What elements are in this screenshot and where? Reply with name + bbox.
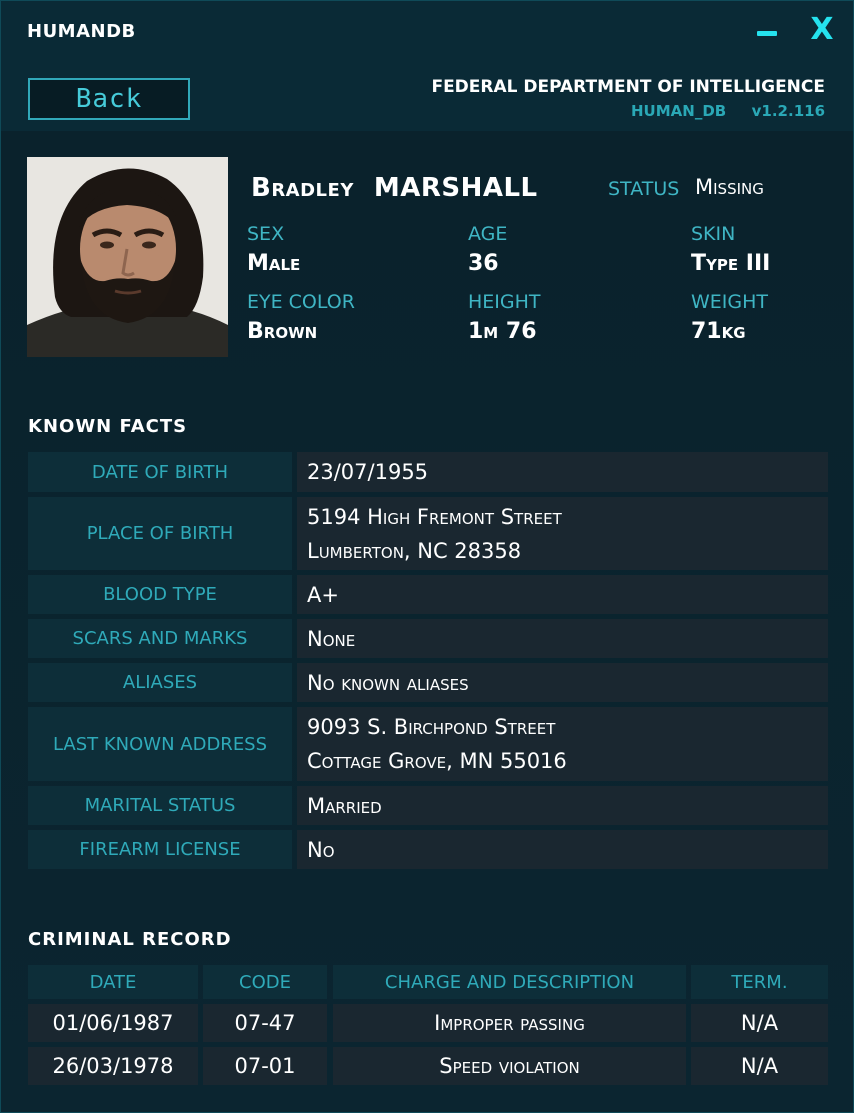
fact-value: Married	[297, 786, 828, 825]
fact-label: ALIASES	[28, 663, 292, 702]
eye-color-value: Brown	[247, 319, 318, 344]
fact-value-line: Married	[307, 793, 382, 818]
column-header-code: CODE	[203, 965, 327, 999]
status-value: Missing	[695, 175, 764, 199]
criminal-record-title: CRIMINAL RECORD	[28, 929, 232, 950]
fact-label: LAST KNOWN ADDRESS	[28, 707, 292, 781]
fact-value-line: A+	[307, 582, 339, 607]
fact-row-date-of-birth: DATE OF BIRTH 23/07/1955	[28, 452, 828, 492]
record-term: N/A	[691, 1047, 828, 1085]
weight-value: 71kg	[691, 319, 746, 344]
app-title: HUMANDB	[27, 21, 136, 42]
first-name: Bradley	[251, 173, 354, 203]
fact-value: 5194 High Fremont Street Lumberton, NC 2…	[297, 497, 828, 570]
column-header-charge: CHARGE AND DESCRIPTION	[333, 965, 686, 999]
org-name: FEDERAL DEPARTMENT OF INTELLIGENCE	[431, 77, 825, 97]
fact-value: 23/07/1955	[297, 452, 828, 492]
fact-value-line: No	[307, 837, 335, 862]
status-label: STATUS	[608, 178, 680, 200]
record-date: 01/06/1987	[28, 1004, 198, 1042]
record-term: N/A	[691, 1004, 828, 1042]
fact-value-line: Cottage Grove, MN 55016	[307, 749, 567, 773]
fact-row-firearm-license: FIREARM LICENSE No	[28, 830, 828, 869]
fact-value: None	[297, 619, 828, 658]
fact-label: SCARS AND MARKS	[28, 619, 292, 658]
fact-row-aliases: ALIASES No known aliases	[28, 663, 828, 702]
fact-value: No known aliases	[297, 663, 828, 702]
fact-value: A+	[297, 575, 828, 614]
back-button[interactable]: Back	[28, 78, 190, 120]
minimize-icon[interactable]	[757, 31, 777, 36]
column-header-date: DATE	[28, 965, 198, 999]
fact-row-last-known-address: LAST KNOWN ADDRESS 9093 S. Birchpond Str…	[28, 707, 828, 781]
eye-color-label: EYE COLOR	[247, 291, 355, 313]
fact-row-marital-status: MARITAL STATUS Married	[28, 786, 828, 825]
fact-value-line: 9093 S. Birchpond Street	[307, 715, 556, 739]
close-icon[interactable]: X	[809, 13, 835, 47]
sex-label: SEX	[247, 223, 285, 245]
fact-value: No	[297, 830, 828, 869]
weight-label: WEIGHT	[691, 291, 769, 313]
sex-value: Male	[247, 251, 301, 276]
fact-value-line: 5194 High Fremont Street	[307, 504, 562, 529]
fact-value: 9093 S. Birchpond Street Cottage Grove, …	[297, 707, 828, 781]
portrait-image	[27, 157, 228, 357]
last-name: MARSHALL	[373, 173, 538, 203]
known-facts-title: KNOWN FACTS	[28, 416, 188, 437]
column-header-term: TERM.	[691, 965, 828, 999]
title-bar: HUMANDB X	[1, 1, 853, 65]
record-charge: Speed violation	[333, 1047, 686, 1085]
skin-label: SKIN	[691, 223, 736, 245]
fact-row-place-of-birth: PLACE OF BIRTH 5194 High Fremont Street …	[28, 497, 828, 570]
skin-value: Type III	[691, 251, 771, 276]
record-date: 26/03/1978	[28, 1047, 198, 1085]
record-code: 07-47	[203, 1004, 327, 1042]
humandb-window: HUMANDB X Back FEDERAL DEPARTMENT OF INT…	[0, 0, 854, 1113]
subject-photo	[27, 157, 228, 357]
fact-value-line: 23/07/1955	[307, 460, 429, 484]
db-name: HUMAN_DB	[631, 102, 727, 120]
fact-value-line: Lumberton, NC 28358	[307, 538, 522, 563]
fact-label: MARITAL STATUS	[28, 786, 292, 825]
fact-label: PLACE OF BIRTH	[28, 497, 292, 570]
version-label: v1.2.116	[751, 102, 825, 120]
fact-label: BLOOD TYPE	[28, 575, 292, 614]
record-charge: Improper passing	[333, 1004, 686, 1042]
subject-name: Bradley MARSHALL	[251, 173, 538, 203]
fact-label: DATE OF BIRTH	[28, 452, 292, 492]
height-value: 1m 76	[468, 319, 537, 344]
record-code: 07-01	[203, 1047, 327, 1085]
fact-label: FIREARM LICENSE	[28, 830, 292, 869]
fact-row-scars-and-marks: SCARS AND MARKS None	[28, 619, 828, 658]
fact-row-blood-type: BLOOD TYPE A+	[28, 575, 828, 614]
height-label: HEIGHT	[468, 291, 541, 313]
fact-value-line: No known aliases	[307, 670, 469, 695]
age-value: 36	[468, 251, 499, 276]
age-label: AGE	[468, 223, 508, 245]
fact-value-line: None	[307, 626, 356, 651]
